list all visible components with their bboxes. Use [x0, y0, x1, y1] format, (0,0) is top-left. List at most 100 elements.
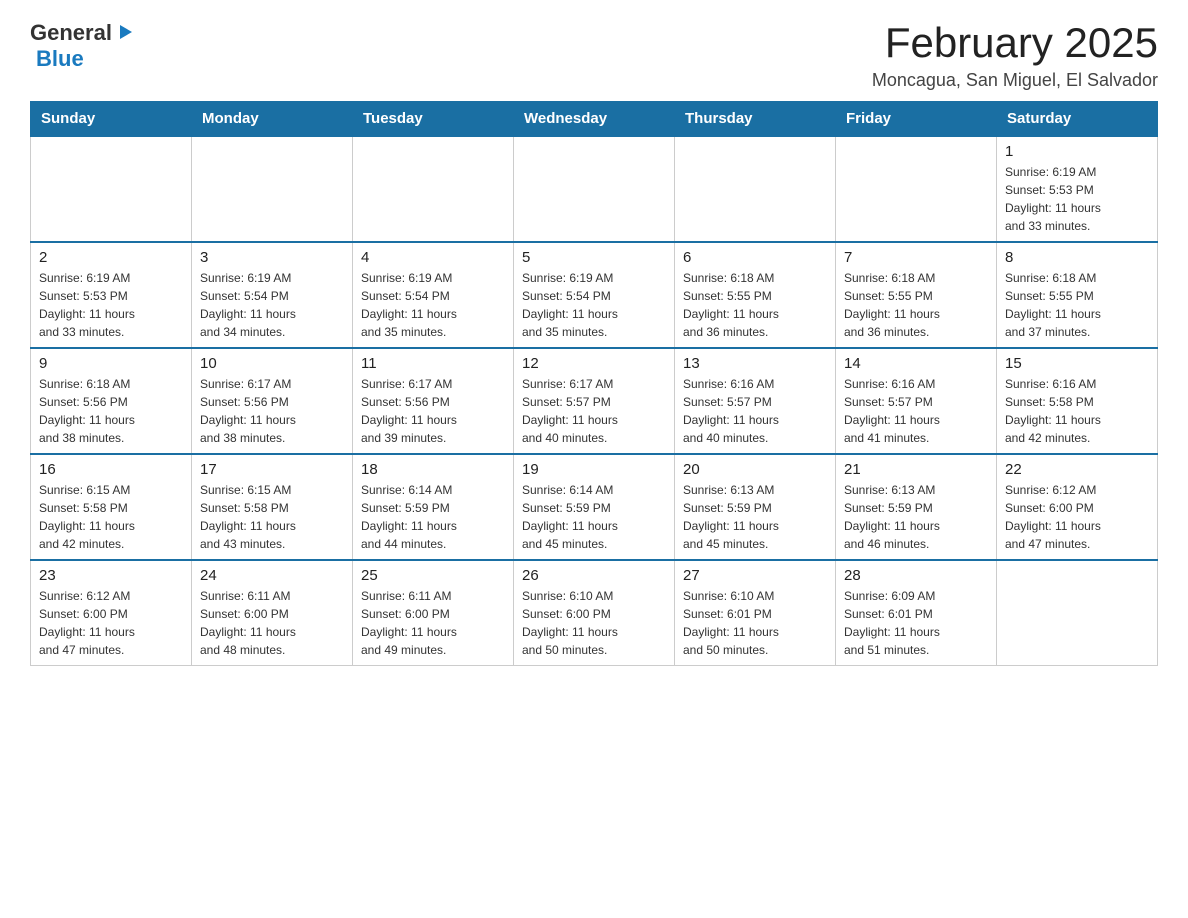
- weekday-header-thursday: Thursday: [675, 102, 836, 137]
- day-info: Sunrise: 6:19 AMSunset: 5:54 PMDaylight:…: [200, 269, 344, 341]
- day-number: 13: [683, 355, 827, 372]
- calendar-cell: 24 Sunrise: 6:11 AMSunset: 6:00 PMDayligh…: [192, 560, 353, 666]
- day-info: Sunrise: 6:12 AMSunset: 6:00 PMDaylight:…: [1005, 481, 1149, 553]
- calendar-cell: 16 Sunrise: 6:15 AMSunset: 5:58 PMDayligh…: [31, 454, 192, 560]
- day-info: Sunrise: 6:16 AMSunset: 5:57 PMDaylight:…: [683, 375, 827, 447]
- calendar-cell: 21 Sunrise: 6:13 AMSunset: 5:59 PMDayligh…: [836, 454, 997, 560]
- day-number: 17: [200, 461, 344, 478]
- day-info: Sunrise: 6:17 AMSunset: 5:56 PMDaylight:…: [361, 375, 505, 447]
- calendar-cell: 4 Sunrise: 6:19 AMSunset: 5:54 PMDaylight…: [353, 242, 514, 348]
- day-number: 8: [1005, 249, 1149, 266]
- day-number: 20: [683, 461, 827, 478]
- day-number: 28: [844, 567, 988, 584]
- calendar-header-row: SundayMondayTuesdayWednesdayThursdayFrid…: [31, 102, 1158, 137]
- day-number: 26: [522, 567, 666, 584]
- day-number: 4: [361, 249, 505, 266]
- calendar-cell: 6Sunrise: 6:18 AMSunset: 5:55 PMDaylight…: [675, 242, 836, 348]
- day-info: Sunrise: 6:18 AMSunset: 5:55 PMDaylight:…: [844, 269, 988, 341]
- day-info: Sunrise: 6:14 AMSunset: 5:59 PMDaylight:…: [361, 481, 505, 553]
- calendar-cell: 15 Sunrise: 6:16 AMSunset: 5:58 PMDayligh…: [997, 348, 1158, 454]
- day-info: Sunrise: 6:11 AMSunset: 6:00 PMDaylight:…: [200, 587, 344, 659]
- day-number: 11: [361, 355, 505, 372]
- calendar-cell: [31, 136, 192, 242]
- calendar-cell: 3 Sunrise: 6:19 AMSunset: 5:54 PMDaylight…: [192, 242, 353, 348]
- day-number: 27: [683, 567, 827, 584]
- weekday-header-friday: Friday: [836, 102, 997, 137]
- calendar-cell: [675, 136, 836, 242]
- calendar-cell: 26 Sunrise: 6:10 AMSunset: 6:00 PMDayligh…: [514, 560, 675, 666]
- day-number: 12: [522, 355, 666, 372]
- calendar-cell: 20Sunrise: 6:13 AMSunset: 5:59 PMDayligh…: [675, 454, 836, 560]
- day-info: Sunrise: 6:19 AMSunset: 5:54 PMDaylight:…: [522, 269, 666, 341]
- day-number: 21: [844, 461, 988, 478]
- day-number: 10: [200, 355, 344, 372]
- day-number: 7: [844, 249, 988, 266]
- day-info: Sunrise: 6:10 AMSunset: 6:00 PMDaylight:…: [522, 587, 666, 659]
- day-info: Sunrise: 6:16 AMSunset: 5:57 PMDaylight:…: [844, 375, 988, 447]
- calendar-cell: [836, 136, 997, 242]
- calendar-cell: 25Sunrise: 6:11 AMSunset: 6:00 PMDayligh…: [353, 560, 514, 666]
- calendar-cell: 13 Sunrise: 6:16 AMSunset: 5:57 PMDayligh…: [675, 348, 836, 454]
- weekday-header-wednesday: Wednesday: [514, 102, 675, 137]
- day-number: 24: [200, 567, 344, 584]
- day-info: Sunrise: 6:18 AMSunset: 5:55 PMDaylight:…: [1005, 269, 1149, 341]
- calendar-cell: [192, 136, 353, 242]
- day-number: 9: [39, 355, 183, 372]
- day-info: Sunrise: 6:09 AMSunset: 6:01 PMDaylight:…: [844, 587, 988, 659]
- day-info: Sunrise: 6:19 AMSunset: 5:54 PMDaylight:…: [361, 269, 505, 341]
- day-info: Sunrise: 6:15 AMSunset: 5:58 PMDaylight:…: [39, 481, 183, 553]
- calendar-cell: 5 Sunrise: 6:19 AMSunset: 5:54 PMDaylight…: [514, 242, 675, 348]
- weekday-header-saturday: Saturday: [997, 102, 1158, 137]
- calendar-cell: 7 Sunrise: 6:18 AMSunset: 5:55 PMDaylight…: [836, 242, 997, 348]
- main-title: February 2025: [872, 20, 1158, 66]
- calendar-cell: 11 Sunrise: 6:17 AMSunset: 5:56 PMDayligh…: [353, 348, 514, 454]
- logo: General Blue: [30, 20, 136, 72]
- day-info: Sunrise: 6:16 AMSunset: 5:58 PMDaylight:…: [1005, 375, 1149, 447]
- day-number: 19: [522, 461, 666, 478]
- logo-triangle-icon: [114, 21, 136, 43]
- calendar-cell: 9 Sunrise: 6:18 AMSunset: 5:56 PMDaylight…: [31, 348, 192, 454]
- day-info: Sunrise: 6:15 AMSunset: 5:58 PMDaylight:…: [200, 481, 344, 553]
- day-number: 23: [39, 567, 183, 584]
- weekday-header-monday: Monday: [192, 102, 353, 137]
- calendar-cell: 28 Sunrise: 6:09 AMSunset: 6:01 PMDayligh…: [836, 560, 997, 666]
- day-info: Sunrise: 6:17 AMSunset: 5:57 PMDaylight:…: [522, 375, 666, 447]
- weekday-header-tuesday: Tuesday: [353, 102, 514, 137]
- day-number: 16: [39, 461, 183, 478]
- day-info: Sunrise: 6:12 AMSunset: 6:00 PMDaylight:…: [39, 587, 183, 659]
- logo-general-text: General: [30, 20, 112, 46]
- calendar-week-1: 1 Sunrise: 6:19 AMSunset: 5:53 PMDaylight…: [31, 136, 1158, 242]
- day-number: 3: [200, 249, 344, 266]
- calendar-cell: 19Sunrise: 6:14 AMSunset: 5:59 PMDayligh…: [514, 454, 675, 560]
- calendar-cell: 1 Sunrise: 6:19 AMSunset: 5:53 PMDaylight…: [997, 136, 1158, 242]
- calendar-cell: 17 Sunrise: 6:15 AMSunset: 5:58 PMDayligh…: [192, 454, 353, 560]
- title-block: February 2025 Moncagua, San Miguel, El S…: [872, 20, 1158, 91]
- day-number: 14: [844, 355, 988, 372]
- day-number: 2: [39, 249, 183, 266]
- day-info: Sunrise: 6:17 AMSunset: 5:56 PMDaylight:…: [200, 375, 344, 447]
- calendar-week-2: 2 Sunrise: 6:19 AMSunset: 5:53 PMDaylight…: [31, 242, 1158, 348]
- day-info: Sunrise: 6:18 AMSunset: 5:55 PMDaylight:…: [683, 269, 827, 341]
- calendar-table: SundayMondayTuesdayWednesdayThursdayFrid…: [30, 101, 1158, 666]
- day-number: 1: [1005, 143, 1149, 160]
- calendar-cell: 12 Sunrise: 6:17 AMSunset: 5:57 PMDayligh…: [514, 348, 675, 454]
- day-info: Sunrise: 6:19 AMSunset: 5:53 PMDaylight:…: [39, 269, 183, 341]
- day-number: 15: [1005, 355, 1149, 372]
- calendar-cell: 18Sunrise: 6:14 AMSunset: 5:59 PMDayligh…: [353, 454, 514, 560]
- calendar-cell: 10 Sunrise: 6:17 AMSunset: 5:56 PMDayligh…: [192, 348, 353, 454]
- day-number: 5: [522, 249, 666, 266]
- day-number: 22: [1005, 461, 1149, 478]
- calendar-cell: [353, 136, 514, 242]
- day-info: Sunrise: 6:19 AMSunset: 5:53 PMDaylight:…: [1005, 163, 1149, 235]
- calendar-cell: 14 Sunrise: 6:16 AMSunset: 5:57 PMDayligh…: [836, 348, 997, 454]
- calendar-cell: 27 Sunrise: 6:10 AMSunset: 6:01 PMDayligh…: [675, 560, 836, 666]
- calendar-cell: [997, 560, 1158, 666]
- day-number: 25: [361, 567, 505, 584]
- subtitle: Moncagua, San Miguel, El Salvador: [872, 70, 1158, 91]
- calendar-week-4: 16 Sunrise: 6:15 AMSunset: 5:58 PMDayligh…: [31, 454, 1158, 560]
- calendar-cell: 22 Sunrise: 6:12 AMSunset: 6:00 PMDayligh…: [997, 454, 1158, 560]
- calendar-cell: [514, 136, 675, 242]
- day-info: Sunrise: 6:13 AMSunset: 5:59 PMDaylight:…: [844, 481, 988, 553]
- day-info: Sunrise: 6:10 AMSunset: 6:01 PMDaylight:…: [683, 587, 827, 659]
- day-info: Sunrise: 6:18 AMSunset: 5:56 PMDaylight:…: [39, 375, 183, 447]
